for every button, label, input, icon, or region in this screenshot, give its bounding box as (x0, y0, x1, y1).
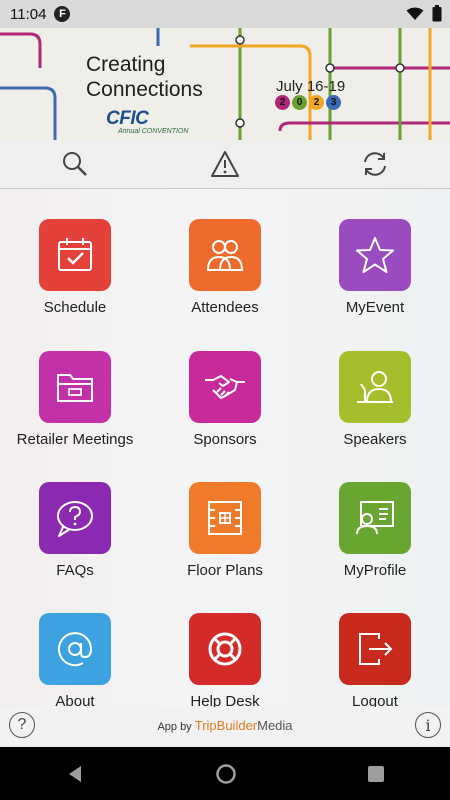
floor-plans-tile-bg (189, 482, 261, 554)
warning-icon (211, 151, 239, 177)
myevent-tile-bg (339, 219, 411, 291)
tile-label: Help Desk (190, 693, 260, 707)
profile-card-icon (356, 501, 394, 535)
system-nav-bar (0, 747, 450, 800)
status-time: 11:04 (10, 5, 47, 23)
wifi-icon (406, 7, 424, 20)
tile-about[interactable]: About (0, 613, 150, 707)
tile-label: Logout (352, 693, 398, 707)
year-digit: 3 (326, 95, 341, 110)
sponsors-tile-bg (189, 351, 261, 423)
tile-label: Speakers (343, 431, 407, 448)
event-date: July 16-19 (276, 78, 346, 95)
metro-lines-graphic (0, 28, 450, 140)
tile-label: Schedule (43, 299, 107, 316)
tile-sponsors[interactable]: Sponsors (150, 351, 300, 448)
faqs-tile-bg (39, 482, 111, 554)
help-desk-tile-bg (189, 613, 261, 685)
tile-label: FAQs (56, 562, 94, 579)
sync-button[interactable] (355, 148, 395, 180)
cfic-logo: CFIC (106, 108, 149, 129)
people-icon (206, 240, 244, 271)
event-banner: Creating Connections CFIC Annual CONVENT… (0, 28, 450, 140)
tile-speakers[interactable]: Speakers (300, 351, 450, 448)
battery-icon (432, 5, 442, 22)
logout-icon (359, 633, 393, 665)
speakers-tile-bg (339, 351, 411, 423)
home-icon[interactable] (215, 763, 237, 785)
back-icon[interactable] (65, 764, 85, 784)
folder-icon (57, 374, 93, 402)
status-bar: 11:04 F (0, 0, 450, 28)
tile-attendees[interactable]: Attendees (150, 219, 300, 316)
event-year: 2 0 2 3 (275, 95, 341, 110)
about-tile-bg (39, 613, 111, 685)
tile-label: About (55, 693, 95, 707)
toolbar (0, 140, 450, 189)
speaker-podium-icon (357, 371, 393, 403)
tile-floor-plans[interactable]: Floor Plans (150, 482, 300, 579)
credit-prefix: App by (157, 721, 192, 733)
tile-myprofile[interactable]: MyProfile (300, 482, 450, 579)
tile-label: Retailer Meetings (16, 431, 134, 448)
banner-title-line2: Connections (86, 78, 203, 101)
floor-plan-icon (208, 501, 242, 535)
alerts-button[interactable] (205, 148, 245, 180)
sync-icon (364, 152, 386, 176)
cfic-logo-sub: Annual CONVENTION (118, 128, 189, 135)
tile-myevent[interactable]: MyEvent (300, 219, 450, 316)
year-digit: 0 (292, 95, 307, 110)
schedule-tile-bg (39, 219, 111, 291)
calendar-check-icon (58, 238, 92, 271)
tile-label: Sponsors (193, 431, 257, 448)
tile-label: Attendees (191, 299, 259, 316)
year-digit: 2 (309, 95, 324, 110)
tile-label: MyEvent (345, 299, 405, 316)
tile-faqs[interactable]: FAQs (0, 482, 150, 579)
retailer-meetings-tile-bg (39, 351, 111, 423)
menu-grid: Schedule Attendees MyEvent Retailer Meet… (0, 189, 450, 707)
question-bubble-icon (57, 501, 93, 537)
search-icon (63, 152, 87, 176)
tripbuilder-logo: TripBuilder (194, 718, 258, 733)
info-button[interactable]: i (415, 712, 441, 738)
tripbuilder-logo-media: Media (257, 718, 293, 733)
tile-help-desk[interactable]: Help Desk (150, 613, 300, 707)
banner-title-line1: Creating (86, 53, 166, 76)
tile-schedule[interactable]: Schedule (0, 219, 150, 316)
year-digit: 2 (275, 95, 290, 110)
banner-title: Creating Connections (86, 52, 203, 102)
footer: ? App by TripBuilderMedia i (0, 707, 450, 747)
app-notification-icon: F (54, 6, 71, 22)
attendees-tile-bg (189, 219, 261, 291)
myprofile-tile-bg (339, 482, 411, 554)
logout-tile-bg (339, 613, 411, 685)
lifebuoy-icon (208, 632, 242, 666)
tile-retailer-meetings[interactable]: Retailer Meetings (0, 351, 150, 448)
recents-icon[interactable] (367, 765, 385, 783)
tile-label: Floor Plans (187, 562, 263, 579)
handshake-icon (205, 375, 245, 399)
tile-logout[interactable]: Logout (300, 613, 450, 707)
at-icon (58, 632, 93, 667)
search-button[interactable] (55, 148, 95, 180)
tile-label: MyProfile (343, 562, 407, 579)
star-icon (356, 237, 394, 273)
app-credit[interactable]: App by TripBuilderMedia (0, 718, 450, 733)
